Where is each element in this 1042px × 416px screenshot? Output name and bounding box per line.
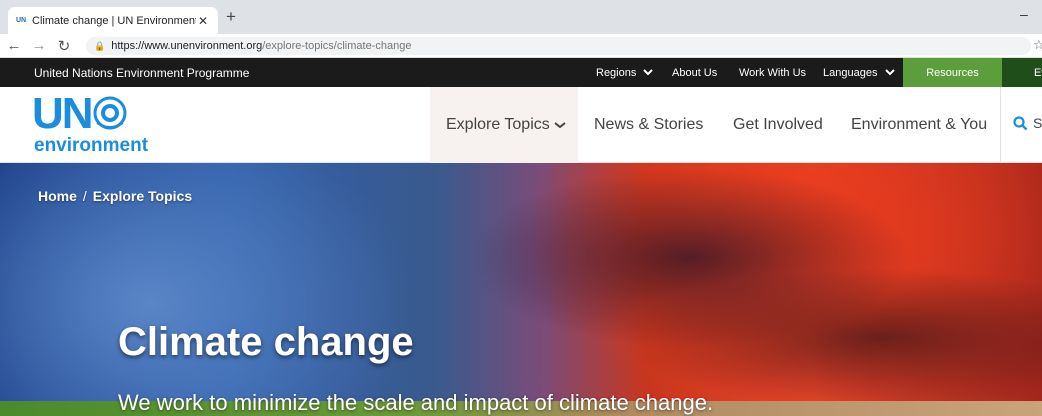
back-icon[interactable]: ←: [3, 37, 25, 54]
search-label: S: [1033, 115, 1042, 131]
new-tab-icon[interactable]: +: [226, 7, 236, 27]
address-bar[interactable]: 🔒 https://www.unenvironment.org/explore-…: [86, 37, 1031, 55]
star-icon[interactable]: ☆: [1033, 37, 1042, 53]
tab-title: Climate change | UN Environment: [32, 14, 196, 27]
main-header: UN environment Explore Topics News & Sto…: [0, 87, 1042, 163]
nav-explore-topics[interactable]: Explore Topics: [430, 87, 578, 163]
url-host: https://www.unenvironment.org: [111, 40, 263, 52]
chevron-down-icon: [884, 69, 895, 76]
hero-banner: Home / Explore Topics Climate change We wo…: [0, 163, 1042, 416]
resources-button[interactable]: Resources: [903, 58, 1002, 87]
breadcrumb-home[interactable]: Home: [38, 188, 77, 204]
un-favicon-icon: UN: [16, 17, 27, 24]
page-title: Climate change: [118, 320, 414, 364]
logo-environment-text: environment: [34, 135, 149, 156]
search-icon: [1013, 115, 1028, 130]
regions-menu[interactable]: Regions: [596, 67, 654, 79]
org-name[interactable]: United Nations Environment Programme: [34, 66, 249, 80]
about-us-link[interactable]: About Us: [672, 67, 717, 79]
un-emblem-icon: [93, 96, 127, 130]
chevron-down-icon: [554, 122, 566, 129]
forward-icon[interactable]: →: [28, 37, 50, 54]
utility-bar: United Nations Environment Programme Reg…: [0, 58, 1042, 87]
search-button[interactable]: S: [1013, 115, 1042, 131]
browser-tab-strip: UN Climate change | UN Environment ✕ + –: [0, 0, 1042, 34]
lock-icon: 🔒: [94, 40, 106, 51]
reload-icon[interactable]: ↻: [53, 37, 75, 55]
nav-label: Explore Topics: [446, 116, 550, 133]
nav-divider: [1000, 87, 1001, 163]
url-path: /explore-topics/climate-change: [262, 40, 412, 52]
nav-get-involved[interactable]: Get Involved: [733, 87, 823, 163]
browser-tab[interactable]: UN Climate change | UN Environment ✕: [8, 7, 218, 34]
chevron-down-icon: [643, 69, 654, 76]
nav-environment-you[interactable]: Environment & You: [851, 87, 987, 163]
languages-label: Languages: [823, 67, 878, 79]
nav-news-stories[interactable]: News & Stories: [594, 87, 703, 163]
un-environment-logo[interactable]: UN environment: [32, 91, 152, 157]
close-icon[interactable]: ✕: [196, 14, 210, 28]
minimize-icon[interactable]: –: [1020, 6, 1028, 22]
breadcrumb-explore-topics[interactable]: Explore Topics: [93, 188, 192, 204]
work-with-us-link[interactable]: Work With Us: [739, 67, 806, 79]
page-subtitle: We work to minimize the scale and impact…: [118, 390, 714, 415]
languages-menu[interactable]: Languages: [823, 67, 895, 79]
logo-un-text: UN: [32, 89, 94, 138]
browser-toolbar: ← → ↻ 🔒 https://www.unenvironment.org/ex…: [0, 34, 1042, 58]
breadcrumb-separator: /: [82, 188, 87, 204]
cut-off-menu-item[interactable]: Ev: [1002, 58, 1042, 87]
breadcrumb: Home / Explore Topics: [38, 188, 192, 204]
regions-label: Regions: [596, 67, 637, 79]
